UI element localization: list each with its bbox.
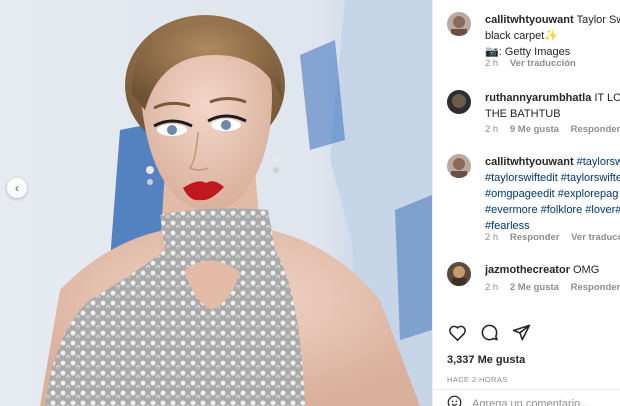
comment-username[interactable]: ruthannyarumbhatla <box>485 92 591 104</box>
comment-input[interactable]: Agrega un comentario... <box>472 398 589 406</box>
caption-text: callitwhtyouwantTaylor Swi black carpet✨… <box>485 12 620 60</box>
comment-item: jazmothecreator OMG 2 h 2 Me gusta Respon… <box>447 262 620 298</box>
avatar[interactable] <box>447 90 471 114</box>
share-icon[interactable] <box>511 322 531 342</box>
sparkles-icon: ✨ <box>544 30 559 42</box>
comment-likes[interactable]: 2 Me gusta <box>510 282 559 293</box>
chevron-left-icon: ‹ <box>15 181 19 195</box>
heart-icon[interactable] <box>447 322 467 342</box>
comment-username[interactable]: callitwhtyouwant <box>485 156 574 168</box>
comments-panel: callitwhtyouwantTaylor Swi black carpet✨… <box>432 0 620 406</box>
hashtag-link[interactable]: #taylorswiftedit #taylorswifte <box>485 170 620 186</box>
avatar[interactable] <box>447 12 471 36</box>
comment-item: callitwhtyouwant#taylorswi #taylorswifte… <box>447 154 620 250</box>
timestamp: 2 h <box>485 58 499 69</box>
comment-meta: 2 h 9 Me gusta Responder <box>485 124 620 135</box>
comment-text: jazmothecreator OMG <box>485 262 620 278</box>
hashtag-link[interactable]: #taylorswi <box>577 156 620 168</box>
timestamp: 2 h <box>485 232 499 243</box>
portrait-image <box>0 0 432 406</box>
comment-icon[interactable] <box>479 322 499 342</box>
timestamp: 2 h <box>485 124 499 135</box>
caption-username[interactable]: callitwhtyouwant <box>485 14 574 26</box>
timestamp: 2 h <box>485 282 499 293</box>
caption-line: black carpet <box>485 30 545 42</box>
likes-count[interactable]: 3,337 Me gusta <box>447 354 525 366</box>
emoji-icon[interactable] <box>447 395 462 406</box>
hashtag-link[interactable]: #omgpageedit #explorepag <box>485 186 620 202</box>
hashtag-link[interactable]: #evermore #folklore #lover# <box>485 202 620 218</box>
add-comment-row[interactable]: Agrega un comentario... <box>447 395 589 406</box>
comment-text: ruthannyarumbhatlaIT LOC THE BATHTUB <box>485 90 620 122</box>
post-time-ago: HACE 2 HORAS <box>447 375 508 384</box>
avatar[interactable] <box>447 262 471 286</box>
comment-meta: 2 h 2 Me gusta Responder <box>485 282 620 293</box>
caption-line: Taylor Swi <box>576 14 620 26</box>
comment-meta: 2 h Responder Ver traducció <box>485 232 620 243</box>
comment-text: callitwhtyouwant#taylorswi #taylorswifte… <box>485 154 620 234</box>
comment-line: OMG <box>572 264 600 276</box>
comment-line: IT LOC <box>594 92 620 104</box>
divider <box>433 389 620 390</box>
post-photo: ‹ <box>0 0 432 406</box>
comment-line: THE BATHTUB <box>485 108 561 120</box>
comment-username[interactable]: jazmothecreator <box>485 264 570 276</box>
comment-item: ruthannyarumbhatlaIT LOC THE BATHTUB 2 h… <box>447 90 620 140</box>
reply-button[interactable]: Responder <box>571 282 620 293</box>
reply-button[interactable]: Responder <box>571 124 620 135</box>
reply-button[interactable]: Responder <box>510 232 560 243</box>
caption-meta: 2 h Ver traducción <box>485 58 585 69</box>
see-translation-link[interactable]: Ver traducción <box>510 58 576 69</box>
post-actions <box>447 322 531 344</box>
see-translation-link[interactable]: Ver traducció <box>571 232 620 243</box>
avatar[interactable] <box>447 154 471 178</box>
previous-image-button[interactable]: ‹ <box>7 178 27 198</box>
comment-likes[interactable]: 9 Me gusta <box>510 124 559 135</box>
caption: callitwhtyouwantTaylor Swi black carpet✨… <box>447 12 620 72</box>
